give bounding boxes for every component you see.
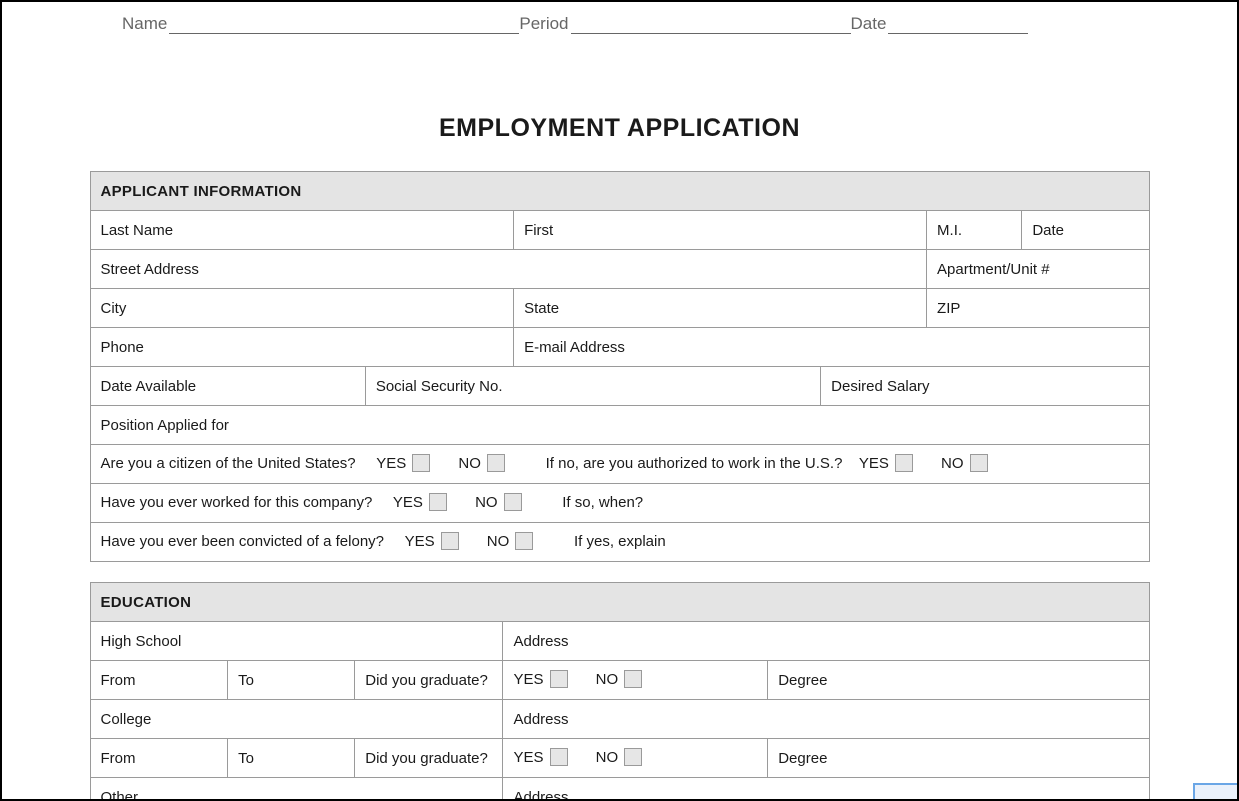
applicant-info-table: APPLICANT INFORMATION Last Name First M.… — [90, 171, 1150, 562]
cell-col-graduate-yn: YES NO — [503, 739, 768, 778]
citizen-question: Are you a citizen of the United States? — [101, 455, 356, 472]
hs-grad-no-checkbox[interactable] — [624, 670, 642, 688]
authorized-yes-label: YES — [859, 455, 889, 472]
col-grad-yes-label: YES — [513, 749, 543, 766]
field-col-from[interactable]: From — [90, 739, 228, 778]
resize-handle-icon[interactable] — [1193, 783, 1237, 799]
felony-yes-label: YES — [405, 533, 435, 550]
field-first-name[interactable]: First — [514, 211, 927, 250]
field-email[interactable]: E-mail Address — [514, 328, 1149, 367]
worked-yes-label: YES — [393, 494, 423, 511]
citizen-no-checkbox[interactable] — [487, 454, 505, 472]
field-col-to[interactable]: To — [228, 739, 355, 778]
field-other-address[interactable]: Address — [503, 778, 1149, 801]
header-period-blank[interactable] — [571, 16, 851, 34]
field-hs-from[interactable]: From — [90, 661, 228, 700]
field-date-available[interactable]: Date Available — [90, 367, 365, 406]
field-hs-degree[interactable]: Degree — [768, 661, 1149, 700]
hs-grad-yes-label: YES — [513, 671, 543, 688]
row-worked-company: Have you ever worked for this company? Y… — [90, 484, 1149, 523]
felony-no-checkbox[interactable] — [515, 532, 533, 550]
col-grad-yes-checkbox[interactable] — [550, 748, 568, 766]
authorized-no-label: NO — [941, 455, 964, 472]
field-apartment[interactable]: Apartment/Unit # — [927, 250, 1149, 289]
field-mi[interactable]: M.I. — [927, 211, 1022, 250]
field-state[interactable]: State — [514, 289, 927, 328]
field-last-name[interactable]: Last Name — [90, 211, 514, 250]
label-col-graduate: Did you graduate? — [355, 739, 503, 778]
header-name-label: Name — [122, 14, 167, 34]
row-citizen: Are you a citizen of the United States? … — [90, 445, 1149, 484]
worked-yes-checkbox[interactable] — [429, 493, 447, 511]
field-high-school[interactable]: High School — [90, 622, 503, 661]
education-table: EDUCATION High School Address From To Di… — [90, 582, 1150, 801]
worked-no-checkbox[interactable] — [504, 493, 522, 511]
authorized-no-checkbox[interactable] — [970, 454, 988, 472]
field-college[interactable]: College — [90, 700, 503, 739]
col-grad-no-checkbox[interactable] — [624, 748, 642, 766]
applicant-section-head: APPLICANT INFORMATION — [90, 172, 1149, 211]
cell-hs-graduate-yn: YES NO — [503, 661, 768, 700]
header-period-label: Period — [519, 14, 568, 34]
header-date-blank[interactable] — [888, 16, 1028, 34]
worked-no-label: NO — [475, 494, 498, 511]
field-position[interactable]: Position Applied for — [90, 406, 1149, 445]
felony-yes-checkbox[interactable] — [441, 532, 459, 550]
felony-no-label: NO — [487, 533, 510, 550]
felony-question: Have you ever been convicted of a felony… — [101, 533, 385, 550]
felony-explain-label: If yes, explain — [574, 533, 666, 550]
field-college-address[interactable]: Address — [503, 700, 1149, 739]
document-title: EMPLOYMENT APPLICATION — [2, 114, 1237, 143]
field-desired-salary[interactable]: Desired Salary — [821, 367, 1149, 406]
field-col-degree[interactable]: Degree — [768, 739, 1149, 778]
header-name-blank[interactable] — [169, 16, 519, 34]
authorized-question: If no, are you authorized to work in the… — [546, 455, 843, 472]
field-highschool-address[interactable]: Address — [503, 622, 1149, 661]
citizen-yes-label: YES — [376, 455, 406, 472]
citizen-no-label: NO — [458, 455, 481, 472]
worked-question: Have you ever worked for this company? — [101, 494, 373, 511]
education-section-head: EDUCATION — [90, 583, 1149, 622]
field-city[interactable]: City — [90, 289, 514, 328]
label-hs-graduate: Did you graduate? — [355, 661, 503, 700]
field-other[interactable]: Other — [90, 778, 503, 801]
field-phone[interactable]: Phone — [90, 328, 514, 367]
field-ssn[interactable]: Social Security No. — [365, 367, 820, 406]
header-date-label: Date — [851, 14, 887, 34]
worked-when-label: If so, when? — [562, 494, 643, 511]
col-grad-no-label: NO — [596, 749, 619, 766]
authorized-yes-checkbox[interactable] — [895, 454, 913, 472]
header-line: Name Period Date — [122, 14, 1117, 34]
citizen-yes-checkbox[interactable] — [412, 454, 430, 472]
document-page: Name Period Date EMPLOYMENT APPLICATION … — [0, 0, 1239, 801]
field-zip[interactable]: ZIP — [927, 289, 1149, 328]
field-hs-to[interactable]: To — [228, 661, 355, 700]
row-felony: Have you ever been convicted of a felony… — [90, 523, 1149, 562]
field-date[interactable]: Date — [1022, 211, 1149, 250]
field-street-address[interactable]: Street Address — [90, 250, 927, 289]
hs-grad-yes-checkbox[interactable] — [550, 670, 568, 688]
hs-grad-no-label: NO — [596, 671, 619, 688]
